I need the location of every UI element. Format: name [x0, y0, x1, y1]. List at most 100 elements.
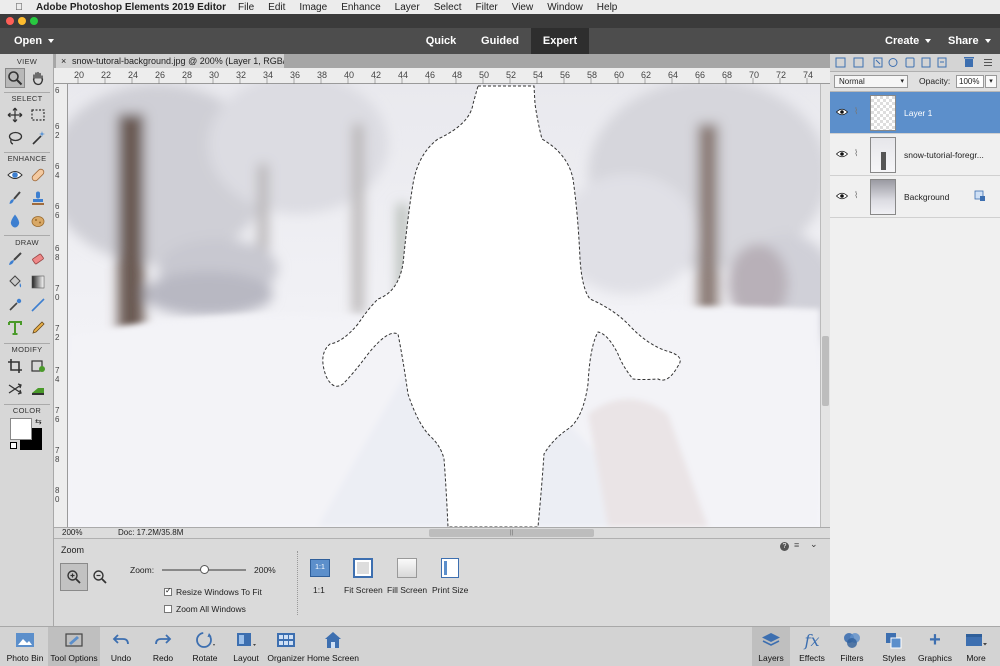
zoom-all-windows-checkbox[interactable] [164, 605, 172, 613]
sponge-tool[interactable] [28, 211, 48, 231]
resize-windows-checkbox[interactable] [164, 586, 172, 596]
spot-healing-brush-tool[interactable] [28, 165, 48, 185]
layers-panel-button[interactable]: Layers [752, 627, 790, 666]
eye-icon[interactable] [836, 191, 848, 201]
ruler-label: 48 [452, 70, 463, 80]
menu-select[interactable]: Select [434, 2, 462, 13]
zoom-slider-knob[interactable] [200, 565, 209, 574]
tab-expert[interactable]: Expert [531, 28, 589, 54]
more-panel-button[interactable]: More [958, 627, 994, 666]
link-icon[interactable]: ⌇ [854, 106, 858, 117]
fit-screen-button[interactable] [353, 558, 373, 578]
opacity-input[interactable]: 100% [956, 75, 984, 88]
rectangular-marquee-tool[interactable] [28, 105, 48, 125]
print-size-button[interactable] [441, 558, 459, 578]
straighten-tool[interactable] [28, 379, 48, 399]
minimize-window-button[interactable] [18, 17, 26, 25]
content-aware-move-tool[interactable] [5, 379, 25, 399]
graphics-panel-button[interactable]: + Graphics [916, 627, 954, 666]
one-to-one-button[interactable]: 1:1 [310, 559, 330, 577]
app-name[interactable]: Adobe Photoshop Elements 2019 Editor [36, 2, 226, 13]
paint-bucket-tool[interactable] [5, 272, 25, 292]
layer-row-layer-1[interactable]: ⌇ Layer 1 [830, 92, 1000, 134]
menu-help[interactable]: Help [597, 2, 618, 13]
organizer-button[interactable]: Organizer [266, 627, 306, 666]
eye-icon[interactable] [836, 107, 848, 117]
red-eye-tool[interactable] [5, 165, 25, 185]
clone-stamp-tool[interactable] [28, 188, 48, 208]
photo-bin-button[interactable]: Photo Bin [4, 627, 46, 666]
apple-icon[interactable]:  [12, 2, 26, 13]
gradient-tool[interactable] [28, 272, 48, 292]
layout-button[interactable]: Layout [228, 627, 264, 666]
swap-colors-icon[interactable]: ⇆ [35, 417, 42, 426]
eyedropper-tool[interactable] [5, 295, 25, 315]
share-button[interactable]: Share [948, 28, 991, 54]
lasso-tool[interactable] [5, 128, 25, 148]
document-tab[interactable]: × snow-tutoral-background.jpg @ 200% (La… [56, 54, 284, 68]
open-button[interactable]: Open [14, 28, 55, 54]
chevron-down-icon[interactable]: ⌄ [810, 539, 818, 550]
ruler-label: 52 [506, 70, 517, 80]
menubar:  Adobe Photoshop Elements 2019 Editor F… [0, 0, 1000, 14]
color-swatches[interactable]: ⇆ [10, 417, 44, 452]
help-icon[interactable]: ? [780, 542, 789, 551]
tab-quick[interactable]: Quick [420, 28, 462, 54]
blur-tool[interactable] [5, 211, 25, 231]
tab-guided[interactable]: Guided [474, 28, 526, 54]
zoom-out-button[interactable] [90, 567, 110, 587]
zoom-slider-track[interactable] [162, 565, 246, 574]
scrollbar-thumb[interactable] [822, 336, 829, 406]
layer-row-background[interactable]: ⌇ Background [830, 176, 1000, 218]
lock-icon[interactable] [974, 190, 986, 202]
pencil-tool[interactable] [28, 318, 48, 338]
home-screen-button[interactable]: Home Screen [306, 627, 360, 666]
quick-selection-tool[interactable] [28, 128, 48, 148]
undo-button[interactable]: Undo [104, 627, 138, 666]
brush-tool[interactable] [5, 249, 25, 269]
recompose-tool[interactable] [28, 356, 48, 376]
menu-filter[interactable]: Filter [475, 2, 497, 13]
smart-brush-tool[interactable] [5, 188, 25, 208]
type-tool[interactable] [5, 318, 25, 338]
panel-menu-icon[interactable]: ≡ [794, 540, 799, 550]
eye-icon[interactable] [836, 149, 848, 159]
link-icon[interactable]: ⌇ [854, 190, 858, 201]
ruler-label: 7 4 [55, 366, 60, 384]
menu-file[interactable]: File [238, 2, 254, 13]
hand-tool[interactable] [28, 68, 48, 88]
effects-panel-button[interactable]: fx Effects [794, 627, 830, 666]
menu-window[interactable]: Window [547, 2, 583, 13]
menu-image[interactable]: Image [299, 2, 327, 13]
menu-view[interactable]: View [512, 2, 534, 13]
rotate-button[interactable]: Rotate [186, 627, 224, 666]
crop-tool[interactable] [5, 356, 25, 376]
filters-panel-button[interactable]: Filters [834, 627, 870, 666]
close-icon[interactable]: × [61, 54, 66, 68]
menu-layer[interactable]: Layer [395, 2, 420, 13]
redo-button[interactable]: Redo [146, 627, 180, 666]
eraser-tool[interactable] [28, 249, 48, 269]
styles-panel-button[interactable]: Styles [876, 627, 912, 666]
fill-screen-button[interactable] [397, 558, 417, 578]
close-window-button[interactable] [6, 17, 14, 25]
horizontal-scrollbar-thumb[interactable]: || [429, 529, 594, 537]
opacity-dropdown-button[interactable]: ▾ [985, 75, 997, 88]
link-icon[interactable]: ⌇ [854, 148, 858, 159]
blend-mode-select[interactable]: Normal ▾ [834, 75, 908, 88]
zoom-tool[interactable] [5, 68, 25, 88]
foreground-color-swatch[interactable] [10, 418, 32, 440]
layer-row-snow-tutorial-foreground[interactable]: ⌇ snow-tutorial-foregr... [830, 134, 1000, 176]
menu-edit[interactable]: Edit [268, 2, 285, 13]
menu-enhance[interactable]: Enhance [341, 2, 380, 13]
create-button[interactable]: Create [885, 28, 932, 54]
zoom-in-button[interactable] [60, 563, 88, 591]
move-tool[interactable] [5, 105, 25, 125]
tool-options-button[interactable]: Tool Options [48, 627, 100, 666]
doc-size-status[interactable]: Doc: 17.2M/35.8M [118, 528, 183, 538]
line-tool[interactable] [28, 295, 48, 315]
image-canvas[interactable] [68, 84, 820, 527]
vertical-scrollbar[interactable] [820, 84, 830, 527]
default-colors-icon[interactable] [10, 442, 17, 449]
zoom-window-button[interactable] [30, 17, 38, 25]
